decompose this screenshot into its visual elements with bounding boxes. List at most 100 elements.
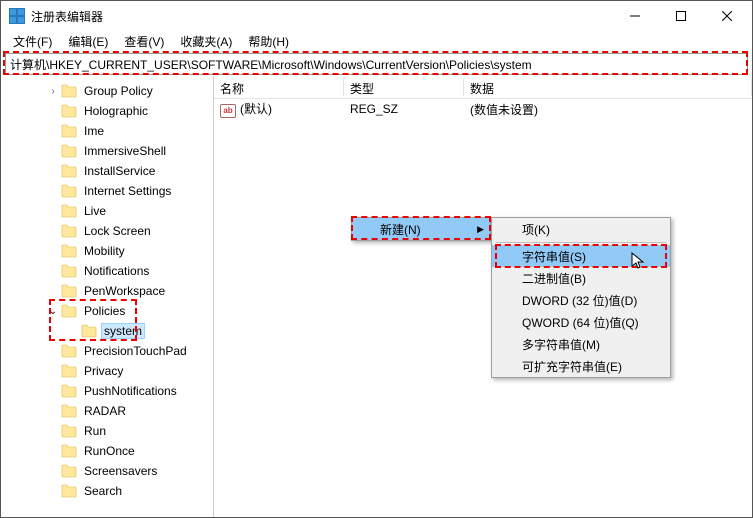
app-icon — [9, 8, 25, 24]
window-title: 注册表编辑器 — [31, 8, 612, 25]
folder-icon — [61, 244, 77, 258]
tree-item-label: Search — [81, 484, 125, 498]
tree-item-label: PrecisionTouchPad — [81, 344, 190, 358]
tree-item[interactable]: Run — [1, 421, 213, 441]
folder-icon — [61, 204, 77, 218]
menu-help[interactable]: 帮助(H) — [240, 31, 297, 52]
folder-icon — [61, 144, 77, 158]
submenu-item[interactable]: QWORD (64 位)值(Q) — [492, 311, 670, 333]
menu-favorites[interactable]: 收藏夹(A) — [172, 31, 240, 52]
col-header-data[interactable]: 数据 — [464, 77, 752, 98]
tree-item-label: Privacy — [81, 364, 126, 378]
tree-item[interactable]: ImmersiveShell — [1, 141, 213, 161]
close-button[interactable] — [704, 1, 750, 31]
maximize-button[interactable] — [658, 1, 704, 31]
folder-icon — [61, 484, 77, 498]
col-header-type[interactable]: 类型 — [344, 77, 464, 98]
cell-data: (数值未设置) — [464, 101, 752, 118]
tree-item-label: Lock Screen — [81, 224, 154, 238]
tree-item[interactable]: ⌄ Policies — [1, 301, 213, 321]
tree-item[interactable]: Search — [1, 481, 213, 501]
expand-icon[interactable]: › — [45, 86, 61, 97]
tree-item-label: PushNotifications — [81, 384, 180, 398]
submenu-item[interactable]: 字符串值(S) — [492, 245, 670, 267]
tree-item-label: Ime — [81, 124, 107, 138]
folder-icon — [61, 464, 77, 478]
tree-item[interactable]: Mobility — [1, 241, 213, 261]
folder-icon — [61, 264, 77, 278]
submenu-item[interactable]: 可扩充字符串值(E) — [492, 355, 670, 377]
tree-item[interactable]: Internet Settings — [1, 181, 213, 201]
string-value-icon: ab — [220, 104, 236, 118]
tree-item-label: Run — [81, 424, 109, 438]
collapse-icon[interactable]: ⌄ — [45, 306, 61, 317]
tree-item[interactable]: RunOnce — [1, 441, 213, 461]
submenu-item[interactable]: 二进制值(B) — [492, 267, 670, 289]
folder-icon — [61, 304, 77, 318]
folder-icon — [81, 324, 97, 338]
folder-icon — [61, 184, 77, 198]
tree-item[interactable]: Notifications — [1, 261, 213, 281]
cell-name: ab(默认) — [214, 100, 344, 118]
tree-item[interactable]: PushNotifications — [1, 381, 213, 401]
submenu-item[interactable]: 项(K) — [492, 218, 670, 240]
menu-item-new[interactable]: 新建(N) ▶ — [352, 218, 490, 240]
tree-item-label: InstallService — [81, 164, 158, 178]
tree-item[interactable]: RADAR — [1, 401, 213, 421]
folder-icon — [61, 444, 77, 458]
folder-icon — [61, 404, 77, 418]
submenu-item[interactable]: 多字符串值(M) — [492, 333, 670, 355]
menu-separator — [496, 242, 666, 243]
folder-icon — [61, 424, 77, 438]
titlebar: 注册表编辑器 — [1, 1, 752, 31]
tree-item[interactable]: Holographic — [1, 101, 213, 121]
folder-icon — [61, 224, 77, 238]
tree-item[interactable]: Screensavers — [1, 461, 213, 481]
tree-item[interactable]: PrecisionTouchPad — [1, 341, 213, 361]
tree-item-label: system — [101, 323, 145, 339]
folder-icon — [61, 124, 77, 138]
tree-item-label: PenWorkspace — [81, 284, 168, 298]
folder-icon — [61, 384, 77, 398]
tree-item[interactable]: › Group Policy — [1, 81, 213, 101]
tree-item-label: Holographic — [81, 104, 151, 118]
tree-item-label: Group Policy — [81, 84, 156, 98]
menu-edit[interactable]: 编辑(E) — [60, 31, 116, 52]
folder-icon — [61, 344, 77, 358]
tree-item-label: RADAR — [81, 404, 129, 418]
tree-item-label: Policies — [81, 304, 128, 318]
tree-item[interactable]: Lock Screen — [1, 221, 213, 241]
list-header: 名称 类型 数据 — [214, 77, 752, 99]
submenu-arrow-icon: ▶ — [477, 224, 484, 235]
list-row[interactable]: ab(默认) REG_SZ (数值未设置) — [214, 99, 752, 119]
tree-item[interactable]: InstallService — [1, 161, 213, 181]
tree-item[interactable]: system — [1, 321, 213, 341]
list-panel[interactable]: 名称 类型 数据 ab(默认) REG_SZ (数值未设置) — [214, 77, 752, 517]
address-bar[interactable]: 计算机\HKEY_CURRENT_USER\SOFTWARE\Microsoft… — [5, 53, 748, 75]
folder-icon — [61, 84, 77, 98]
tree-item[interactable]: Live — [1, 201, 213, 221]
context-submenu: 项(K) 字符串值(S)二进制值(B)DWORD (32 位)值(D)QWORD … — [491, 217, 671, 378]
address-path: 计算机\HKEY_CURRENT_USER\SOFTWARE\Microsoft… — [10, 56, 532, 73]
tree-item-label: RunOnce — [81, 444, 138, 458]
tree-item-label: Live — [81, 204, 109, 218]
tree-item[interactable]: Privacy — [1, 361, 213, 381]
minimize-button[interactable] — [612, 1, 658, 31]
submenu-item[interactable]: DWORD (32 位)值(D) — [492, 289, 670, 311]
menubar: 文件(F) 编辑(E) 查看(V) 收藏夹(A) 帮助(H) — [1, 31, 752, 51]
tree-item-label: Screensavers — [81, 464, 160, 478]
context-menu-new: 新建(N) ▶ — [351, 217, 491, 241]
menu-file[interactable]: 文件(F) — [5, 31, 60, 52]
tree-item[interactable]: PenWorkspace — [1, 281, 213, 301]
tree-item[interactable]: Ime — [1, 121, 213, 141]
tree-item-label: Mobility — [81, 244, 128, 258]
tree-panel[interactable]: › Group Policy Holographic Ime ImmersiveShel… — [1, 77, 214, 517]
cell-type: REG_SZ — [344, 102, 464, 116]
folder-icon — [61, 364, 77, 378]
folder-icon — [61, 164, 77, 178]
tree-item-label: Notifications — [81, 264, 152, 278]
col-header-name[interactable]: 名称 — [214, 77, 344, 98]
menu-view[interactable]: 查看(V) — [116, 31, 172, 52]
tree-item-label: ImmersiveShell — [81, 144, 169, 158]
folder-icon — [61, 104, 77, 118]
